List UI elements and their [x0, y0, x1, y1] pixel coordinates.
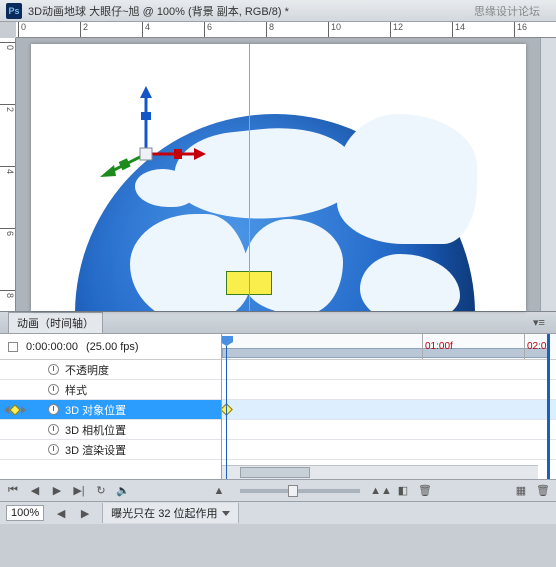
landmass [360, 254, 460, 311]
timeline-header-left: 0:00:00:00 (25.00 fps) [0, 334, 221, 360]
ruler-tick: 0 [0, 42, 15, 50]
timeline-end-marker[interactable] [547, 334, 550, 479]
track-lane[interactable] [222, 360, 556, 380]
watermark-text: 思缘设计论坛 [474, 3, 540, 19]
titlebar: Ps 3D动画地球 大眼仔~旭 @ 100% (背景 副本, RGB/8) * … [0, 0, 556, 22]
status-bar: 100% ◀ ▶ 曝光只在 32 位起作用 [0, 502, 556, 524]
ruler-tick: 10 [328, 22, 341, 37]
ruler-tick: 8 [0, 290, 15, 298]
track-lane[interactable] [222, 380, 556, 400]
ruler-tick: 6 [0, 228, 15, 236]
ruler-tick: 0 [18, 22, 26, 37]
landmass [130, 214, 250, 311]
ruler-tick: 16 [514, 22, 527, 37]
ruler-tick: 2 [0, 104, 15, 112]
current-time[interactable]: 0:00:00:00 [26, 341, 78, 353]
timeline-track-list: 0:00:00:00 (25.00 fps) 不透明度 样式 3D 对象位置 [0, 334, 222, 479]
track-lane[interactable] [222, 420, 556, 440]
status-info[interactable]: 曝光只在 32 位起作用 [102, 503, 238, 523]
keyframe-marker-icon[interactable] [222, 403, 233, 416]
timeline-controls: ⏮ ◀ ▶ ▶| ↻ 🔈 ▲ ▲▲ ◧ 🗑 ▦ 🗑 [0, 480, 556, 502]
ruler-tick: 2 [80, 22, 88, 37]
track-3d-object-position[interactable]: 3D 对象位置 [0, 400, 221, 420]
landmass [170, 120, 358, 228]
status-text: 曝光只在 32 位起作用 [111, 505, 217, 521]
timeline-ruler[interactable]: 01:00f 02:0 [222, 334, 556, 360]
scrollbar-thumb[interactable] [240, 467, 310, 478]
vertical-guide[interactable] [249, 44, 250, 311]
audio-button[interactable]: 🔈 [116, 484, 130, 498]
panel-menu-icon[interactable]: ▾≡ [530, 316, 548, 329]
ruler-tick: 14 [452, 22, 465, 37]
track-3d-camera-position[interactable]: 3D 相机位置 [0, 420, 221, 440]
keyframe-diamond-icon[interactable] [9, 404, 20, 415]
ruler-tick: 4 [0, 166, 15, 174]
time-mark: 02:0 [524, 334, 546, 359]
timeline-tracks-area[interactable]: 01:00f 02:0 [222, 334, 556, 479]
landmass [337, 114, 477, 244]
document-title: 3D动画地球 大眼仔~旭 @ 100% (背景 副本, RGB/8) * [28, 3, 474, 19]
play-button[interactable]: ▶ [50, 484, 64, 498]
track-lane-selected[interactable] [222, 400, 556, 420]
landmass [243, 219, 343, 311]
earth-3d-object[interactable] [75, 114, 475, 311]
timeline-checkbox[interactable] [8, 342, 18, 352]
stopwatch-icon[interactable] [48, 424, 59, 435]
track-label: 样式 [65, 382, 87, 398]
status-nav-icon[interactable]: ◀ [54, 506, 68, 520]
loop-button[interactable]: ↻ [94, 484, 108, 498]
panel-tab-bar[interactable]: 动画（时间轴） ▾≡ [0, 312, 556, 334]
zoom-out-icon[interactable]: ▲ [212, 484, 226, 498]
ruler-tick: 4 [142, 22, 150, 37]
track-opacity[interactable]: 不透明度 [0, 360, 221, 380]
track-lane[interactable] [222, 440, 556, 460]
trash-icon[interactable]: 🗑 [536, 484, 550, 498]
track-style[interactable]: 样式 [0, 380, 221, 400]
convert-frames-button[interactable]: ▦ [514, 484, 528, 498]
track-label: 3D 相机位置 [65, 422, 126, 438]
dropdown-icon[interactable] [222, 511, 230, 516]
status-nav-icon[interactable]: ▶ [78, 506, 92, 520]
zoom-level-field[interactable]: 100% [6, 505, 44, 521]
animation-panel: 动画（时间轴） ▾≡ 0:00:00:00 (25.00 fps) 不透明度 样… [0, 311, 556, 502]
next-frame-button[interactable]: ▶| [72, 484, 86, 498]
fps-label: (25.00 fps) [86, 341, 139, 353]
delete-button[interactable]: 🗑 [418, 484, 432, 498]
stopwatch-icon[interactable] [48, 404, 59, 415]
ruler-tick: 6 [204, 22, 212, 37]
stopwatch-icon[interactable] [48, 444, 59, 455]
tab-animation[interactable]: 动画（时间轴） [8, 312, 103, 333]
document-canvas[interactable] [31, 44, 526, 311]
horizontal-ruler[interactable]: 0 2 4 6 8 10 12 14 16 [16, 22, 556, 38]
track-label: 3D 渲染设置 [65, 442, 126, 458]
vertical-ruler[interactable]: 0 2 4 6 8 [0, 38, 16, 311]
track-label: 不透明度 [65, 362, 109, 378]
zoom-slider-thumb[interactable] [288, 485, 298, 497]
time-mark: 01:00f [422, 334, 453, 359]
stopwatch-icon[interactable] [48, 364, 59, 375]
ruler-tick: 8 [266, 22, 274, 37]
rewind-button[interactable]: ⏮ [6, 484, 20, 498]
track-3d-render-settings[interactable]: 3D 渲染设置 [0, 440, 221, 460]
app-icon: Ps [6, 3, 22, 19]
onion-skin-button[interactable]: ◧ [396, 484, 410, 498]
timeline-zoom-slider[interactable] [240, 489, 360, 493]
prev-frame-button[interactable]: ◀ [28, 484, 42, 498]
timeline-playhead[interactable] [226, 346, 227, 479]
ruler-tick: 12 [390, 22, 403, 37]
track-label: 3D 对象位置 [65, 402, 126, 418]
vertical-scrollbar[interactable] [540, 38, 556, 311]
stopwatch-icon[interactable] [48, 384, 59, 395]
timeline-horizontal-scrollbar[interactable] [222, 465, 538, 479]
next-keyframe-icon[interactable] [21, 406, 26, 414]
zoom-in-icon[interactable]: ▲▲ [374, 484, 388, 498]
work-area-bar[interactable] [222, 348, 550, 358]
